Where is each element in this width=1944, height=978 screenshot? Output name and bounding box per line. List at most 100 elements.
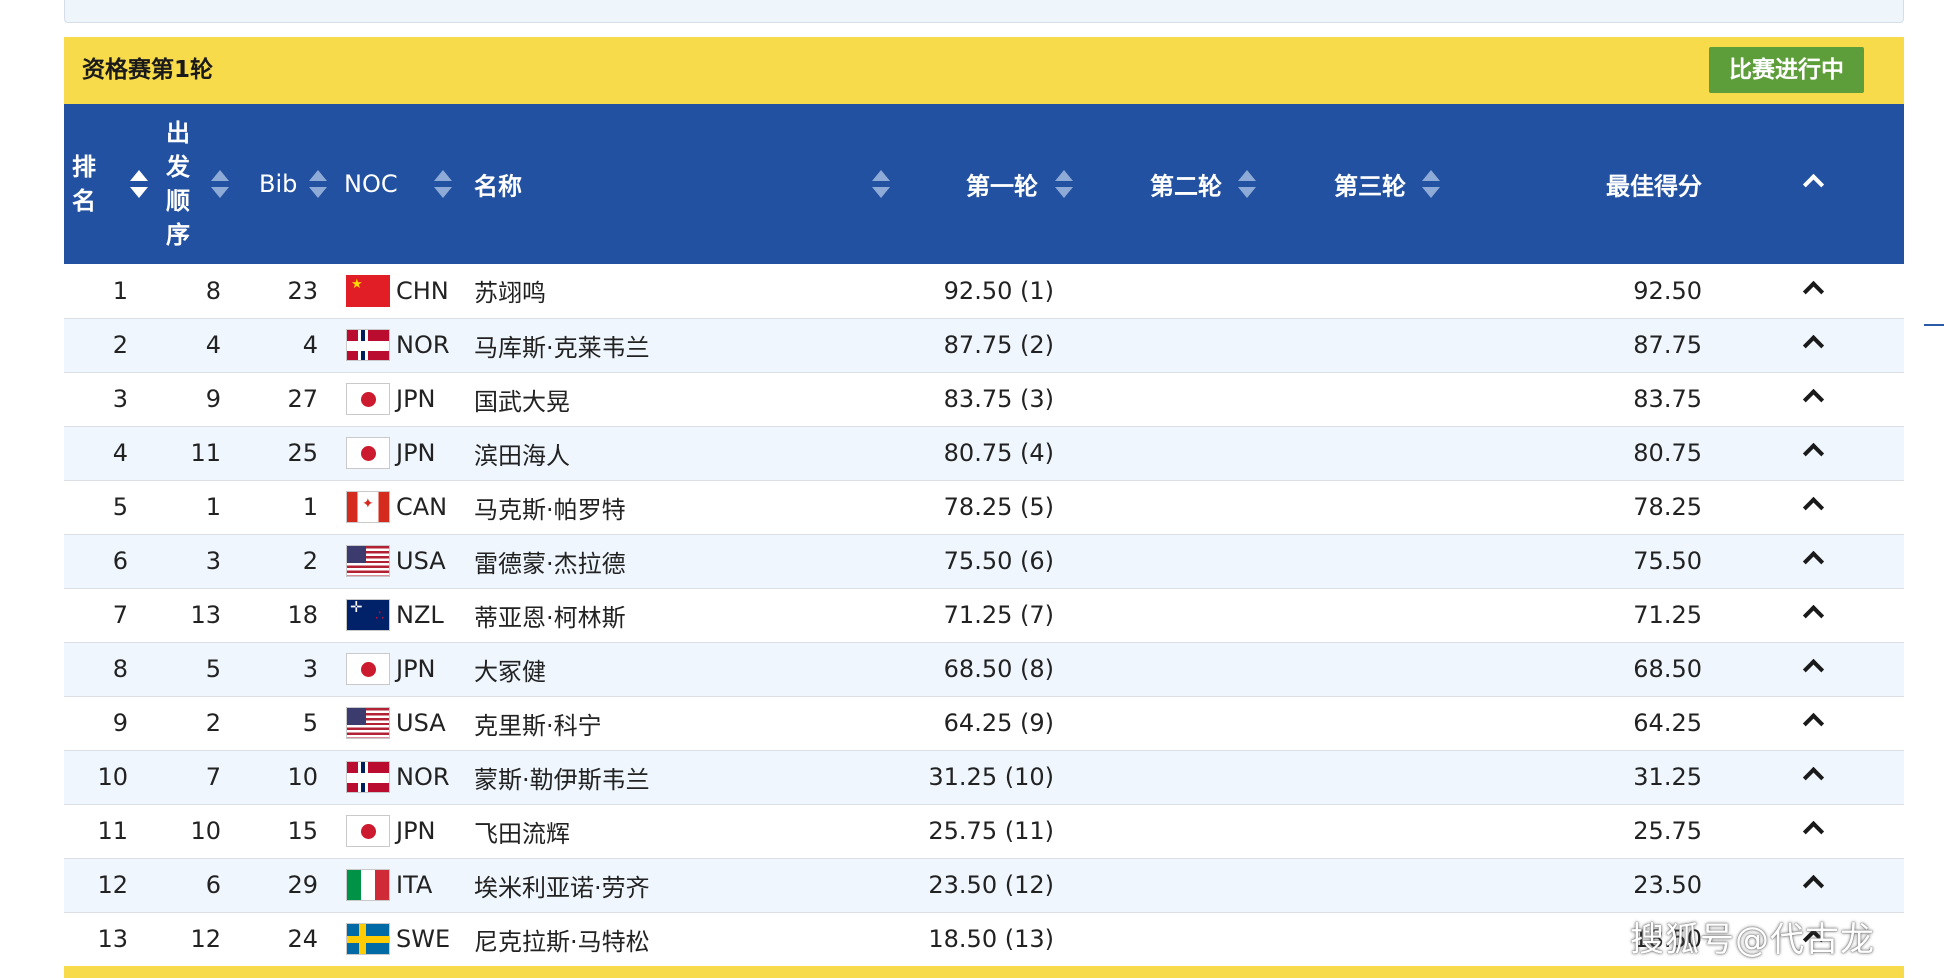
round3-score bbox=[1257, 858, 1440, 912]
rank-value: 13 bbox=[97, 925, 128, 953]
sort-icon[interactable] bbox=[1053, 170, 1073, 198]
sort-icon[interactable] bbox=[432, 170, 452, 198]
chevron-up-icon[interactable] bbox=[1802, 550, 1824, 573]
expand-cell[interactable] bbox=[1722, 534, 1904, 588]
order-value: 8 bbox=[205, 276, 221, 305]
col-bib[interactable]: Bib bbox=[241, 104, 336, 264]
round3-score bbox=[1257, 318, 1440, 372]
bib-value: 3 bbox=[302, 655, 318, 683]
noc-cell: NZL bbox=[336, 588, 466, 642]
chevron-up-icon[interactable] bbox=[1802, 496, 1824, 519]
edge-line bbox=[1924, 324, 1944, 326]
table-row[interactable]: 13 12 24 SWE 尼克拉斯·马特松 18.50 (13) 18.50 bbox=[64, 912, 1904, 966]
noc-cell: NOR bbox=[336, 318, 466, 372]
athlete-name[interactable]: 马克斯·帕罗特 bbox=[466, 480, 891, 534]
table-row[interactable]: 5 1 1 CAN 马克斯·帕罗特 78.25 (5) 78.25 bbox=[64, 480, 1904, 534]
rank-value: 4 bbox=[112, 439, 128, 467]
col-expand[interactable] bbox=[1722, 104, 1904, 264]
chevron-up-icon[interactable] bbox=[1802, 388, 1824, 411]
expand-cell[interactable] bbox=[1722, 318, 1904, 372]
expand-cell[interactable] bbox=[1722, 696, 1904, 750]
bib-value: 1 bbox=[302, 493, 318, 521]
athlete-name[interactable]: 雷德蒙·杰拉德 bbox=[466, 534, 891, 588]
sort-icon[interactable] bbox=[209, 170, 229, 198]
flag-nzl-icon bbox=[346, 599, 390, 631]
rank-value: 1 bbox=[112, 276, 128, 305]
bib-value: 10 bbox=[287, 763, 318, 791]
athlete-name[interactable]: 埃米利亚诺·劳齐 bbox=[466, 858, 891, 912]
table-row[interactable]: 4 11 25 JPN 滨田海人 80.75 (4) 80.75 bbox=[64, 426, 1904, 480]
best-score: 92.50 bbox=[1633, 276, 1702, 305]
table-row[interactable]: 1 8 23 CHN 苏翊鸣 92.50 (1) 92.50 bbox=[64, 264, 1904, 318]
expand-cell[interactable] bbox=[1722, 750, 1904, 804]
col-round2[interactable]: 第二轮 bbox=[1074, 104, 1257, 264]
expand-cell[interactable] bbox=[1722, 858, 1904, 912]
round3-score bbox=[1257, 804, 1440, 858]
expand-cell[interactable] bbox=[1722, 642, 1904, 696]
col-best[interactable]: 最佳得分 bbox=[1440, 104, 1722, 264]
round2-score bbox=[1074, 696, 1257, 750]
table-row[interactable]: 10 7 10 NOR 蒙斯·勒伊斯韦兰 31.25 (10) 31.25 bbox=[64, 750, 1904, 804]
noc-code: JPN bbox=[396, 385, 436, 413]
col-round3-label: 第三轮 bbox=[1334, 172, 1406, 201]
sort-icon[interactable] bbox=[1236, 170, 1256, 198]
chevron-up-icon[interactable] bbox=[1802, 874, 1824, 897]
col-noc[interactable]: NOC bbox=[336, 104, 466, 264]
table-row[interactable]: 8 5 3 JPN 大冢健 68.50 (8) 68.50 bbox=[64, 642, 1904, 696]
chevron-up-icon[interactable] bbox=[1802, 820, 1824, 843]
bib-value: 4 bbox=[302, 331, 318, 359]
table-row[interactable]: 2 4 4 NOR 马库斯·克莱韦兰 87.75 (2) 87.75 bbox=[64, 318, 1904, 372]
athlete-name[interactable]: 蒙斯·勒伊斯韦兰 bbox=[466, 750, 891, 804]
athlete-name[interactable]: 马库斯·克莱韦兰 bbox=[466, 318, 891, 372]
sort-icon[interactable] bbox=[307, 170, 327, 198]
round1-score: 83.75 (3) bbox=[943, 385, 1054, 413]
chevron-up-icon[interactable] bbox=[1802, 604, 1824, 627]
expand-cell[interactable] bbox=[1722, 372, 1904, 426]
expand-cell[interactable] bbox=[1722, 264, 1904, 318]
chevron-up-icon[interactable] bbox=[1802, 280, 1824, 302]
table-header-row: 排名 出发顺序 Bib NOC 名称 第一轮 第二轮 第三轮 最佳得分 bbox=[64, 104, 1904, 264]
table-row[interactable]: 12 6 29 ITA 埃米利亚诺·劳齐 23.50 (12) 23.50 bbox=[64, 858, 1904, 912]
chevron-up-icon[interactable] bbox=[1802, 334, 1824, 357]
rank-value: 11 bbox=[97, 817, 128, 845]
col-round1[interactable]: 第一轮 bbox=[891, 104, 1074, 264]
rank-cell: 9 bbox=[64, 696, 146, 750]
sort-icon[interactable] bbox=[128, 170, 148, 198]
sort-icon[interactable] bbox=[870, 170, 890, 198]
athlete-name[interactable]: 苏翊鸣 bbox=[466, 264, 891, 318]
chevron-up-icon[interactable] bbox=[1802, 173, 1824, 196]
round2-score bbox=[1074, 480, 1257, 534]
athlete-name[interactable]: 蒂亚恩·柯林斯 bbox=[466, 588, 891, 642]
order-value: 5 bbox=[205, 655, 221, 683]
col-round3[interactable]: 第三轮 bbox=[1257, 104, 1440, 264]
expand-cell[interactable] bbox=[1722, 588, 1904, 642]
noc-code: JPN bbox=[396, 817, 436, 845]
rank-value: 5 bbox=[112, 493, 128, 521]
chevron-up-icon[interactable] bbox=[1802, 442, 1824, 465]
table-row[interactable]: 9 2 5 USA 克里斯·科宁 64.25 (9) 64.25 bbox=[64, 696, 1904, 750]
chevron-up-icon[interactable] bbox=[1802, 766, 1824, 789]
athlete-name[interactable]: 克里斯·科宁 bbox=[466, 696, 891, 750]
status-button[interactable]: 比赛进行中 bbox=[1709, 47, 1864, 93]
sort-icon[interactable] bbox=[1420, 170, 1440, 198]
athlete-name[interactable]: 国武大晃 bbox=[466, 372, 891, 426]
athlete-name[interactable]: 滨田海人 bbox=[466, 426, 891, 480]
athlete-name[interactable]: 大冢健 bbox=[466, 642, 891, 696]
col-name[interactable]: 名称 bbox=[466, 104, 891, 264]
round2-score bbox=[1074, 858, 1257, 912]
expand-cell[interactable] bbox=[1722, 426, 1904, 480]
athlete-name[interactable]: 尼克拉斯·马特松 bbox=[466, 912, 891, 966]
athlete-name[interactable]: 飞田流辉 bbox=[466, 804, 891, 858]
table-row[interactable]: 3 9 27 JPN 国武大晃 83.75 (3) 83.75 bbox=[64, 372, 1904, 426]
chevron-up-icon[interactable] bbox=[1802, 712, 1824, 735]
col-order[interactable]: 出发顺序 bbox=[146, 104, 241, 264]
expand-cell[interactable] bbox=[1722, 804, 1904, 858]
noc-cell: USA bbox=[336, 696, 466, 750]
table-row[interactable]: 7 13 18 NZL 蒂亚恩·柯林斯 71.25 (7) 71.25 bbox=[64, 588, 1904, 642]
table-row[interactable]: 6 3 2 USA 雷德蒙·杰拉德 75.50 (6) 75.50 bbox=[64, 534, 1904, 588]
flag-usa-icon bbox=[346, 545, 390, 577]
expand-cell[interactable] bbox=[1722, 480, 1904, 534]
table-row[interactable]: 11 10 15 JPN 飞田流辉 25.75 (11) 25.75 bbox=[64, 804, 1904, 858]
col-rank[interactable]: 排名 bbox=[64, 104, 148, 264]
chevron-up-icon[interactable] bbox=[1802, 658, 1824, 681]
